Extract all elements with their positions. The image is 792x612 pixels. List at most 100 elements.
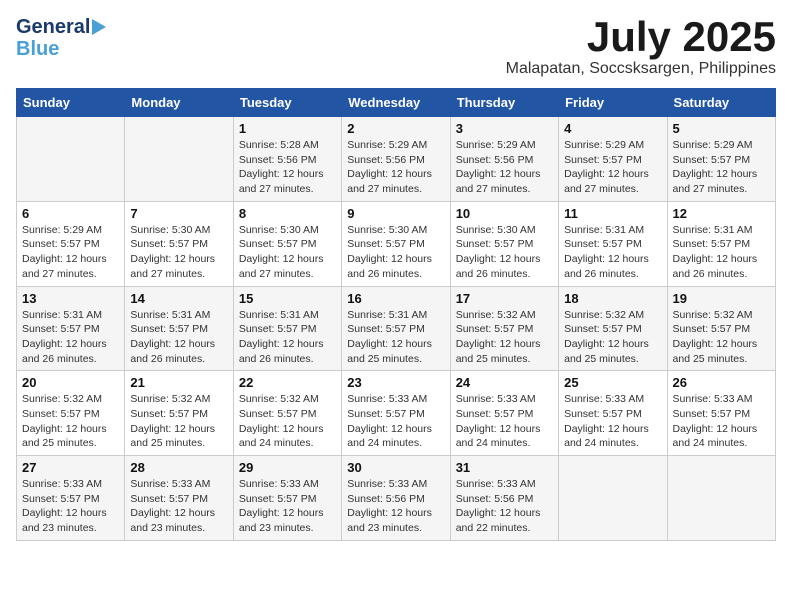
day-info: Sunrise: 5:33 AM Sunset: 5:56 PM Dayligh… <box>347 477 444 536</box>
day-number: 3 <box>456 121 553 136</box>
logo-arrow-icon <box>92 19 106 35</box>
day-number: 18 <box>564 291 661 306</box>
day-number: 6 <box>22 206 119 221</box>
calendar-cell: 20 Sunrise: 5:32 AM Sunset: 5:57 PM Dayli… <box>17 371 125 456</box>
day-info: Sunrise: 5:29 AM Sunset: 5:57 PM Dayligh… <box>22 223 119 282</box>
day-info: Sunrise: 5:32 AM Sunset: 5:57 PM Dayligh… <box>564 308 661 367</box>
calendar-cell: 28Sunrise: 5:33 AM Sunset: 5:57 PM Dayli… <box>125 456 233 541</box>
calendar-header: SundayMondayTuesdayWednesdayThursdayFrid… <box>17 89 776 117</box>
day-number: 10 <box>456 206 553 221</box>
logo: General Blue <box>16 16 106 60</box>
day-info: Sunrise: 5:33 AM Sunset: 5:57 PM Dayligh… <box>130 477 227 536</box>
day-number: 4 <box>564 121 661 136</box>
day-info: Sunrise: 5:31 AM Sunset: 5:57 PM Dayligh… <box>673 223 770 282</box>
calendar-cell: 15 Sunrise: 5:31 AM Sunset: 5:57 PM Dayli… <box>233 286 341 371</box>
day-info: Sunrise: 5:32 AM Sunset: 5:57 PM Dayligh… <box>22 392 119 451</box>
weekday-header-tuesday: Tuesday <box>233 89 341 117</box>
calendar-cell: 26Sunrise: 5:33 AM Sunset: 5:57 PM Dayli… <box>667 371 775 456</box>
calendar-cell: 6 Sunrise: 5:29 AM Sunset: 5:57 PM Daylig… <box>17 201 125 286</box>
day-number: 19 <box>673 291 770 306</box>
day-number: 20 <box>22 375 119 390</box>
weekday-header-monday: Monday <box>125 89 233 117</box>
weekday-header-thursday: Thursday <box>450 89 558 117</box>
day-number: 31 <box>456 460 553 475</box>
day-info: Sunrise: 5:32 AM Sunset: 5:57 PM Dayligh… <box>239 392 336 451</box>
calendar-cell: 10 Sunrise: 5:30 AM Sunset: 5:57 PM Dayli… <box>450 201 558 286</box>
calendar-table: SundayMondayTuesdayWednesdayThursdayFrid… <box>16 88 776 541</box>
day-number: 27 <box>22 460 119 475</box>
day-info: Sunrise: 5:30 AM Sunset: 5:57 PM Dayligh… <box>239 223 336 282</box>
calendar-week-1: 1 Sunrise: 5:28 AM Sunset: 5:56 PM Daylig… <box>17 117 776 202</box>
day-number: 14 <box>130 291 227 306</box>
weekday-header-sunday: Sunday <box>17 89 125 117</box>
calendar-cell: 12 Sunrise: 5:31 AM Sunset: 5:57 PM Dayli… <box>667 201 775 286</box>
weekday-row: SundayMondayTuesdayWednesdayThursdayFrid… <box>17 89 776 117</box>
day-number: 13 <box>22 291 119 306</box>
day-info: Sunrise: 5:33 AM Sunset: 5:57 PM Dayligh… <box>347 392 444 451</box>
calendar-cell: 23Sunrise: 5:33 AM Sunset: 5:57 PM Dayli… <box>342 371 450 456</box>
day-info: Sunrise: 5:32 AM Sunset: 5:57 PM Dayligh… <box>130 392 227 451</box>
day-number: 12 <box>673 206 770 221</box>
calendar-week-4: 20 Sunrise: 5:32 AM Sunset: 5:57 PM Dayli… <box>17 371 776 456</box>
day-info: Sunrise: 5:30 AM Sunset: 5:57 PM Dayligh… <box>130 223 227 282</box>
day-info: Sunrise: 5:33 AM Sunset: 5:57 PM Dayligh… <box>456 392 553 451</box>
day-number: 2 <box>347 121 444 136</box>
calendar-cell: 9 Sunrise: 5:30 AM Sunset: 5:57 PM Daylig… <box>342 201 450 286</box>
day-info: Sunrise: 5:32 AM Sunset: 5:57 PM Dayligh… <box>456 308 553 367</box>
day-info: Sunrise: 5:31 AM Sunset: 5:57 PM Dayligh… <box>347 308 444 367</box>
logo-line1: General <box>16 16 106 38</box>
calendar-week-2: 6 Sunrise: 5:29 AM Sunset: 5:57 PM Daylig… <box>17 201 776 286</box>
calendar-cell: 5 Sunrise: 5:29 AM Sunset: 5:57 PM Daylig… <box>667 117 775 202</box>
day-number: 29 <box>239 460 336 475</box>
day-number: 5 <box>673 121 770 136</box>
day-number: 15 <box>239 291 336 306</box>
day-number: 11 <box>564 206 661 221</box>
calendar-week-3: 13 Sunrise: 5:31 AM Sunset: 5:57 PM Dayli… <box>17 286 776 371</box>
calendar-cell <box>17 117 125 202</box>
day-number: 24 <box>456 375 553 390</box>
title-block: July 2025 Malapatan, Soccsksargen, Phili… <box>506 16 776 78</box>
calendar-cell: 8Sunrise: 5:30 AM Sunset: 5:57 PM Daylig… <box>233 201 341 286</box>
day-info: Sunrise: 5:29 AM Sunset: 5:56 PM Dayligh… <box>347 138 444 197</box>
calendar-cell: 21Sunrise: 5:32 AM Sunset: 5:57 PM Dayli… <box>125 371 233 456</box>
weekday-header-wednesday: Wednesday <box>342 89 450 117</box>
day-number: 26 <box>673 375 770 390</box>
page-container: General Blue July 2025 Malapatan, Soccsk… <box>16 16 776 541</box>
calendar-cell: 24 Sunrise: 5:33 AM Sunset: 5:57 PM Dayli… <box>450 371 558 456</box>
calendar-cell: 31 Sunrise: 5:33 AM Sunset: 5:56 PM Dayli… <box>450 456 558 541</box>
calendar-cell: 27 Sunrise: 5:33 AM Sunset: 5:57 PM Dayli… <box>17 456 125 541</box>
calendar-cell <box>559 456 667 541</box>
calendar-body: 1 Sunrise: 5:28 AM Sunset: 5:56 PM Daylig… <box>17 117 776 541</box>
calendar-cell: 1 Sunrise: 5:28 AM Sunset: 5:56 PM Daylig… <box>233 117 341 202</box>
day-info: Sunrise: 5:30 AM Sunset: 5:57 PM Dayligh… <box>347 223 444 282</box>
weekday-header-friday: Friday <box>559 89 667 117</box>
day-info: Sunrise: 5:29 AM Sunset: 5:57 PM Dayligh… <box>564 138 661 197</box>
day-info: Sunrise: 5:29 AM Sunset: 5:56 PM Dayligh… <box>456 138 553 197</box>
day-info: Sunrise: 5:30 AM Sunset: 5:57 PM Dayligh… <box>456 223 553 282</box>
day-info: Sunrise: 5:31 AM Sunset: 5:57 PM Dayligh… <box>564 223 661 282</box>
day-info: Sunrise: 5:33 AM Sunset: 5:57 PM Dayligh… <box>239 477 336 536</box>
day-info: Sunrise: 5:31 AM Sunset: 5:57 PM Dayligh… <box>22 308 119 367</box>
calendar-cell: 4 Sunrise: 5:29 AM Sunset: 5:57 PM Daylig… <box>559 117 667 202</box>
calendar-cell <box>125 117 233 202</box>
day-number: 17 <box>456 291 553 306</box>
day-info: Sunrise: 5:33 AM Sunset: 5:56 PM Dayligh… <box>456 477 553 536</box>
calendar-cell: 11 Sunrise: 5:31 AM Sunset: 5:57 PM Dayli… <box>559 201 667 286</box>
calendar-cell: 2 Sunrise: 5:29 AM Sunset: 5:56 PM Daylig… <box>342 117 450 202</box>
day-info: Sunrise: 5:31 AM Sunset: 5:57 PM Dayligh… <box>130 308 227 367</box>
calendar-cell: 16 Sunrise: 5:31 AM Sunset: 5:57 PM Dayli… <box>342 286 450 371</box>
calendar-week-5: 27 Sunrise: 5:33 AM Sunset: 5:57 PM Dayli… <box>17 456 776 541</box>
day-number: 1 <box>239 121 336 136</box>
location: Malapatan, Soccsksargen, Philippines <box>506 60 776 78</box>
day-number: 9 <box>347 206 444 221</box>
day-number: 30 <box>347 460 444 475</box>
day-info: Sunrise: 5:31 AM Sunset: 5:57 PM Dayligh… <box>239 308 336 367</box>
calendar-cell: 25Sunrise: 5:33 AM Sunset: 5:57 PM Dayli… <box>559 371 667 456</box>
day-number: 7 <box>130 206 227 221</box>
day-info: Sunrise: 5:33 AM Sunset: 5:57 PM Dayligh… <box>22 477 119 536</box>
day-number: 16 <box>347 291 444 306</box>
calendar-cell: 19Sunrise: 5:32 AM Sunset: 5:57 PM Dayli… <box>667 286 775 371</box>
day-info: Sunrise: 5:29 AM Sunset: 5:57 PM Dayligh… <box>673 138 770 197</box>
day-info: Sunrise: 5:28 AM Sunset: 5:56 PM Dayligh… <box>239 138 336 197</box>
day-info: Sunrise: 5:33 AM Sunset: 5:57 PM Dayligh… <box>564 392 661 451</box>
